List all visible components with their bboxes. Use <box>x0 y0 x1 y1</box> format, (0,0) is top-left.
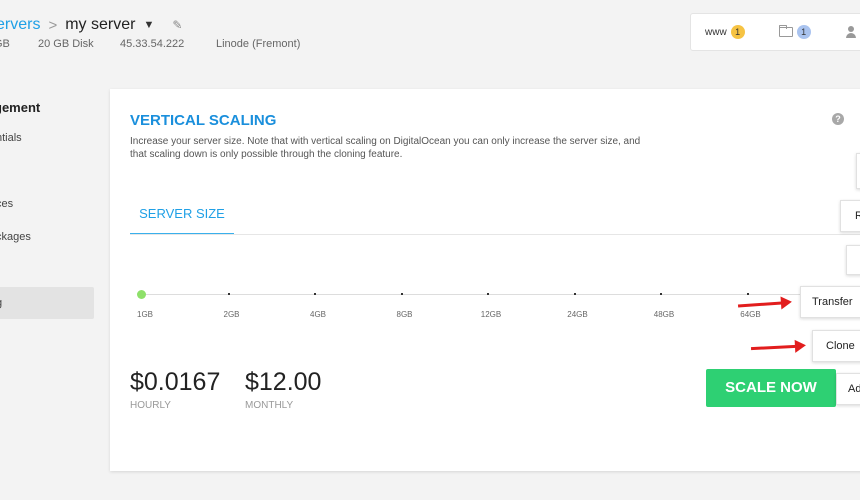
size-tick[interactable] <box>227 293 230 295</box>
sidebar-item-services[interactable]: ces <box>0 198 13 210</box>
size-tick[interactable] <box>573 293 576 295</box>
edit-server-name-icon[interactable]: ✎ <box>172 18 182 32</box>
menu-item-r[interactable]: R <box>840 200 860 232</box>
help-icon[interactable]: ? <box>832 113 844 125</box>
size-label[interactable]: 48GB <box>654 310 674 319</box>
add-button[interactable]: Ad <box>836 373 860 405</box>
breadcrumb-separator-icon: > <box>48 16 58 34</box>
vertical-scaling-panel: VERTICAL SCALING Increase your server si… <box>110 89 860 471</box>
files-count-badge: 1 <box>796 25 811 39</box>
sidebar-item-scaling[interactable]: g <box>0 287 94 319</box>
size-label[interactable]: 64GB <box>740 310 760 319</box>
size-tick[interactable] <box>746 293 749 295</box>
transfer-button[interactable]: Transfer <box>800 286 860 318</box>
panel-description: Increase your server size. Note that wit… <box>130 136 641 160</box>
folder-icon <box>778 25 793 37</box>
size-label[interactable]: 1GB <box>137 310 153 319</box>
size-tick[interactable] <box>660 293 662 295</box>
menu-item-top[interactable] <box>856 153 860 189</box>
size-slider-handle[interactable] <box>137 290 146 299</box>
server-ram: GB <box>0 38 10 50</box>
files-counter[interactable]: 1 <box>778 25 811 39</box>
server-disk: 20 GB Disk <box>38 38 94 50</box>
monthly-price: $12.00 <box>245 368 322 396</box>
scale-now-button[interactable]: SCALE NOW <box>706 369 836 407</box>
tab-server-size[interactable]: SERVER SIZE <box>130 195 234 235</box>
server-name: my server <box>65 16 136 33</box>
sidebar-heading: gement <box>0 100 41 115</box>
user-icon <box>845 26 857 38</box>
size-label[interactable]: 4GB <box>310 310 326 319</box>
breadcrumb-servers-link[interactable]: ervers <box>0 16 40 34</box>
websites-count-badge: 1 <box>730 25 745 39</box>
server-dropdown-caret-icon[interactable]: ▼ <box>143 19 154 31</box>
size-label[interactable]: 12GB <box>481 310 501 319</box>
hourly-price: $0.0167 <box>130 368 221 396</box>
users-counter[interactable]: 0 <box>845 25 860 39</box>
hourly-label: HOURLY <box>130 400 171 411</box>
size-label[interactable]: 8GB <box>396 310 412 319</box>
www-label: www <box>705 26 727 38</box>
size-label[interactable]: 24GB <box>567 310 587 319</box>
size-slider-track[interactable] <box>142 294 842 295</box>
sidebar-item-packages[interactable]: ckages <box>0 231 31 243</box>
size-tick[interactable] <box>314 293 316 295</box>
size-tick[interactable] <box>487 293 489 295</box>
breadcrumb: ervers > my server ▼ ✎ <box>0 16 182 34</box>
size-tick[interactable] <box>400 293 403 295</box>
server-ip: 45.33.54.222 <box>120 38 185 50</box>
sidebar-item-credentials[interactable]: ntials <box>0 132 22 144</box>
menu-item-blank[interactable] <box>846 245 860 275</box>
server-meta: GB 20 GB Disk 45.33.54.222 Linode (Fremo… <box>0 38 300 50</box>
monthly-label: MONTHLY <box>245 400 294 411</box>
server-location: Linode (Fremont) <box>216 38 301 50</box>
clone-button[interactable]: Clone <box>812 330 860 362</box>
websites-counter[interactable]: www 1 <box>705 25 745 39</box>
resource-counters: www 1 1 0 <box>690 13 860 51</box>
tab-divider <box>130 234 860 235</box>
size-label[interactable]: 2GB <box>223 310 239 319</box>
panel-title: VERTICAL SCALING <box>130 112 277 129</box>
